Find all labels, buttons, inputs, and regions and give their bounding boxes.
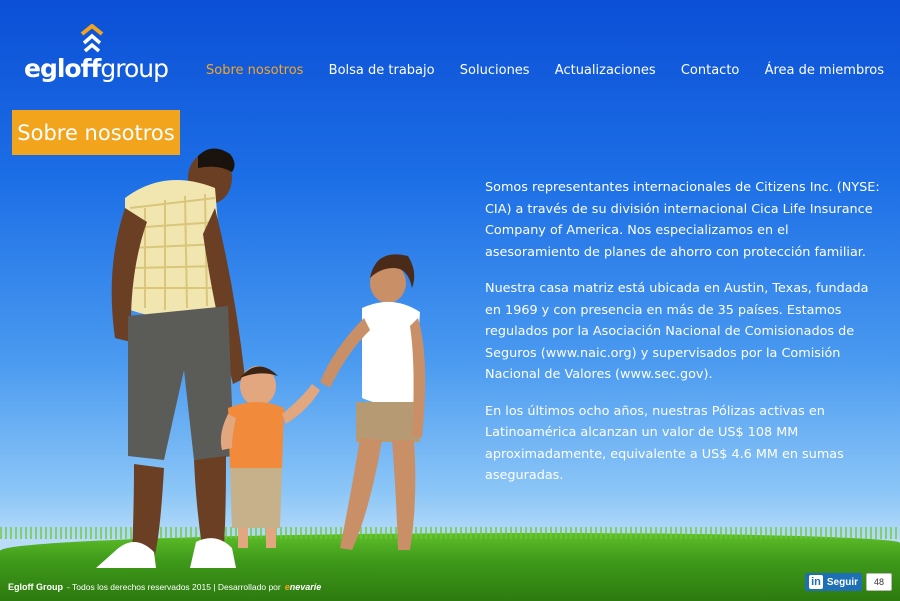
nav-sobre-nosotros[interactable]: Sobre nosotros: [206, 63, 303, 78]
nav-bolsa-de-trabajo[interactable]: Bolsa de trabajo: [329, 63, 435, 78]
man-figure: [96, 148, 245, 568]
nav-soluciones[interactable]: Soluciones: [460, 63, 530, 78]
paragraph-2: Nuestra casa matriz está ubicada en Aust…: [485, 281, 869, 382]
linkedin-follower-count: 48: [866, 573, 892, 591]
logo-light: group: [100, 54, 169, 83]
linkedin-follow-button[interactable]: in Seguir: [805, 573, 862, 591]
linkedin-icon: in: [809, 575, 823, 589]
linkedin-follow-label: Seguir: [826, 576, 858, 588]
developer-logo[interactable]: enevarie: [285, 582, 322, 592]
nav-actualizaciones[interactable]: Actualizaciones: [555, 63, 656, 78]
paragraph-3: En los últimos ocho años, nuestras Póliz…: [485, 403, 844, 484]
footer-brand: Egloff Group: [8, 582, 63, 592]
linkedin-follow: in Seguir 48: [805, 573, 892, 591]
main-nav: Sobre nosotros Bolsa de trabajo Solucion…: [206, 63, 884, 78]
logo-text: egloffgroup: [24, 54, 169, 83]
family-photo: [96, 148, 426, 568]
logo-chevrons-icon: [80, 24, 104, 53]
section-title: Sobre nosotros: [12, 110, 180, 155]
egloff-logo[interactable]: egloffgroup: [24, 24, 169, 88]
nav-area-de-miembros[interactable]: Área de miembros: [765, 63, 884, 78]
logo-bold: egloff: [24, 54, 101, 83]
about-content: Somos representantes internacionales de …: [485, 177, 885, 502]
footer: Egloff Group - Todos los derechos reserv…: [8, 582, 321, 592]
nav-contacto[interactable]: Contacto: [681, 63, 740, 78]
woman-figure: [320, 254, 426, 550]
footer-text: - Todos los derechos reservados 2015 | D…: [67, 582, 281, 592]
paragraph-1: Somos representantes internacionales de …: [485, 180, 880, 260]
child-figure: [220, 366, 320, 548]
